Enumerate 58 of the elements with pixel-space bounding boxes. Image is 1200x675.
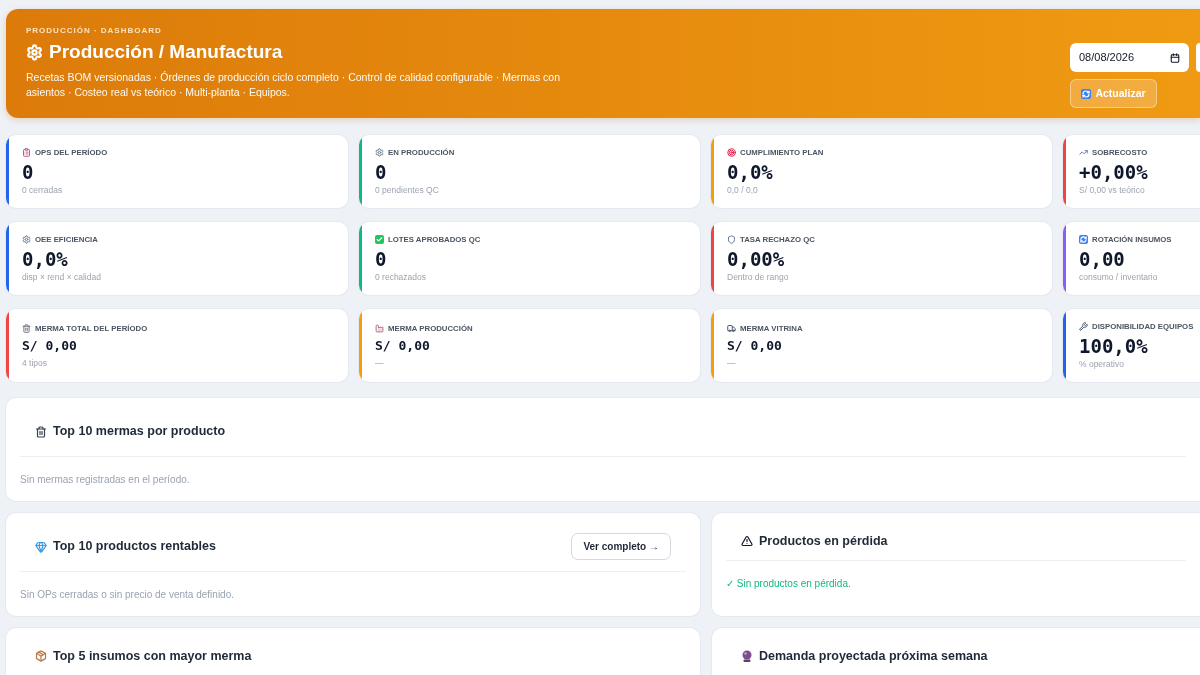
view-all-button[interactable]: Ver completo → — [571, 533, 671, 560]
warning-icon — [741, 535, 753, 547]
clipboard-icon — [22, 148, 31, 157]
kpi-value: 0,0% — [22, 247, 69, 271]
check-icon — [375, 235, 384, 244]
page-title: Producción / Manufactura — [49, 40, 283, 64]
kpi-subtitle: 0 rechazados — [375, 271, 428, 283]
gem-icon — [35, 540, 47, 553]
target-icon — [727, 148, 736, 157]
kpi-value: 0 — [375, 247, 388, 271]
kpi-subtitle: % operativo — [1079, 358, 1125, 370]
box-icon — [35, 650, 47, 662]
kpi-subtitle: 0 pendientes QC — [375, 184, 440, 196]
kpi-value: +0,00% — [1079, 160, 1148, 184]
kpi-subtitle: 0 cerradas — [22, 184, 64, 196]
kpi-subtitle: Dentro de rango — [727, 271, 790, 283]
kpi-subtitle: — — [727, 356, 737, 369]
kpi-value: 100,0% — [1079, 334, 1149, 358]
kpi-subtitle: 4 tipos — [22, 356, 49, 369]
panel-title: Top 10 productos rentables — [53, 538, 216, 556]
shield-icon — [727, 235, 736, 244]
gear-icon — [26, 43, 43, 61]
refresh-icon — [1079, 235, 1088, 244]
kpi-subtitle: disp × rend × calidad — [22, 271, 101, 283]
page-description: Recetas BOM versionadas · Órdenes de producción ciclo completo · Control de calidad configurable · Mermas con asientos · Costeo real vs teórico · Multi-planta · Equipos. — [26, 70, 561, 100]
kpi-subtitle: S/ 0,00 vs teórico — [1079, 184, 1146, 196]
kpi-subtitle: consumo / inventario — [1079, 271, 1159, 283]
empty-message: Sin OPs cerradas o sin precio de venta definido. — [20, 589, 234, 600]
trash-icon — [22, 323, 31, 333]
calendar-icon — [1170, 52, 1180, 63]
gear-icon — [375, 148, 384, 157]
kpi-value: 0,00 — [1079, 247, 1126, 271]
input-field[interactable] — [1196, 43, 1200, 72]
panel-title: Productos en pérdida — [759, 532, 888, 550]
panel-title: Demanda proyectada próxima semana — [759, 647, 988, 665]
gear-icon — [22, 235, 31, 244]
kpi-value: S/ 0,00 — [375, 336, 431, 355]
trash-icon — [35, 425, 47, 438]
factory-icon — [375, 323, 384, 333]
refresh-icon — [1081, 88, 1092, 99]
kpi-value: 0 — [22, 160, 35, 184]
kpi-subtitle: 0,0 / 0,0 — [727, 184, 759, 196]
panel-title: Top 5 insumos con mayor merma — [53, 647, 252, 665]
empty-message: Sin mermas registradas en el período. — [20, 474, 190, 485]
kpi-value: 0,00% — [727, 247, 786, 271]
panel-title: Top 10 mermas por producto — [53, 423, 225, 441]
chart-icon — [1079, 148, 1088, 157]
eyebrow-label: PRODUCCIÓN · DASHBOARD — [26, 25, 163, 36]
kpi-subtitle: — — [375, 356, 385, 369]
kpi-value: S/ 0,00 — [22, 336, 78, 355]
kpi-value: 0,0% — [727, 160, 774, 184]
truck-icon — [727, 323, 736, 333]
kpi-value: S/ 0,00 — [727, 336, 783, 355]
crystal-ball-icon — [741, 650, 753, 662]
kpi-value: 0 — [375, 160, 388, 184]
date-field[interactable]: 08/08/2026 — [1070, 43, 1189, 72]
wrench-icon — [1079, 322, 1088, 331]
success-message: ✓ Sin productos en pérdida. — [726, 578, 851, 589]
